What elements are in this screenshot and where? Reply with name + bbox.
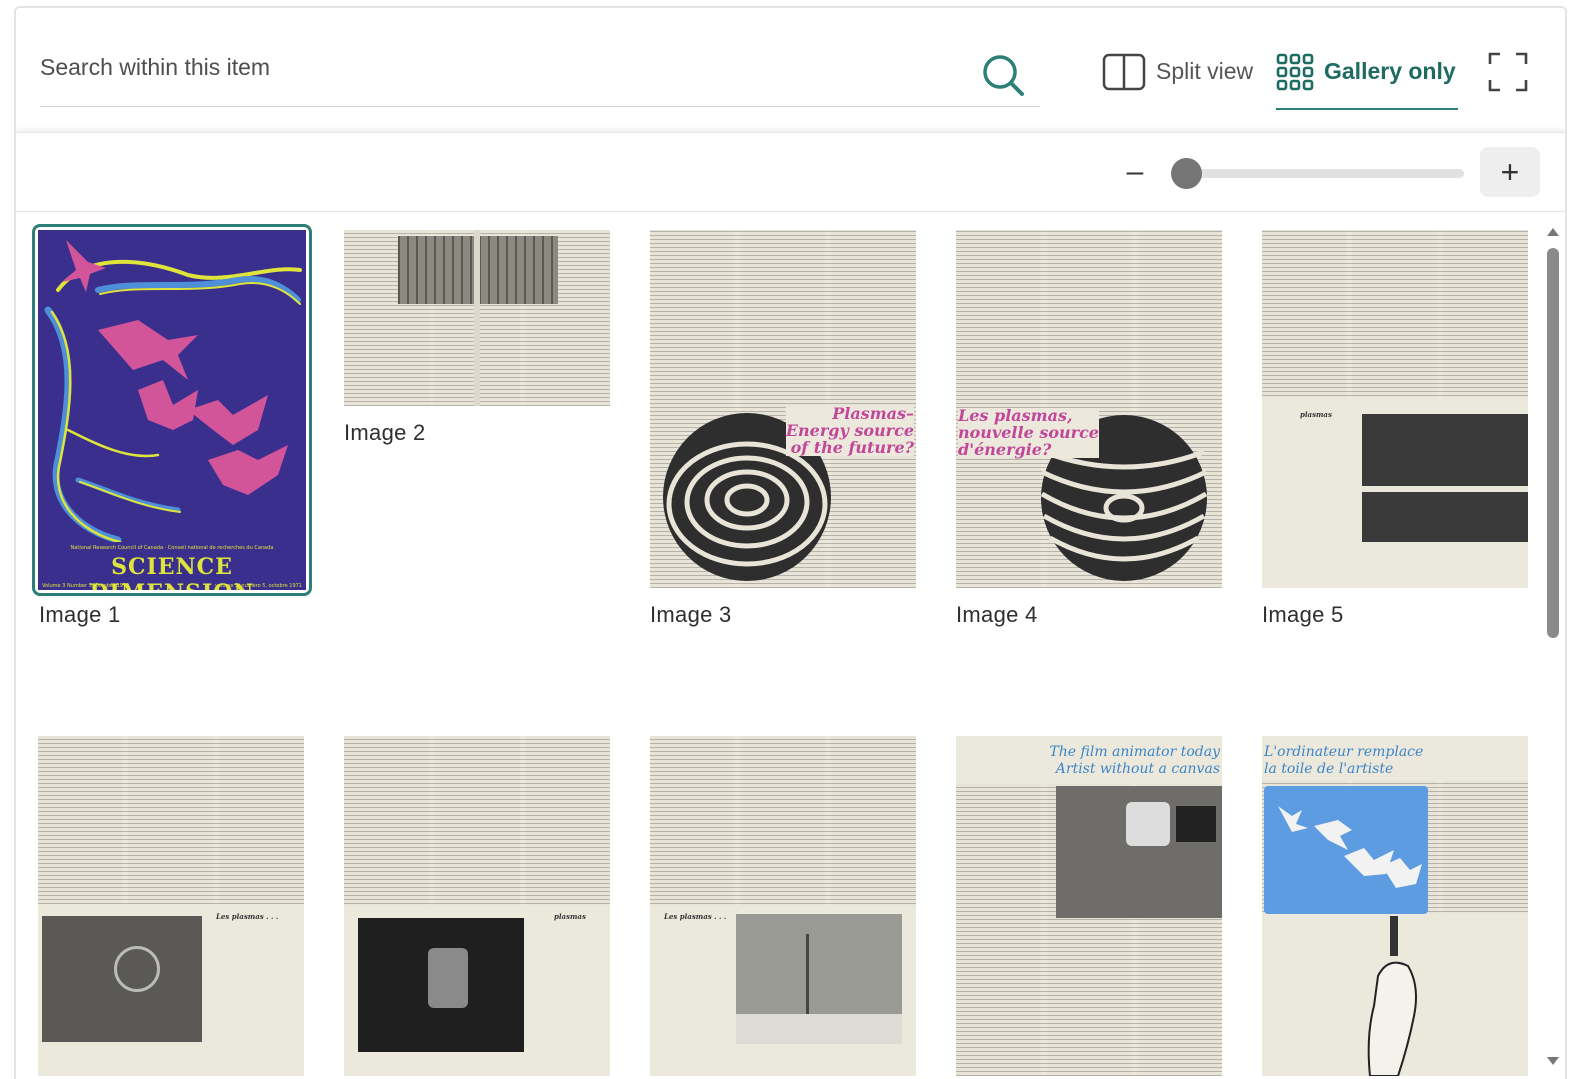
image8-caption: Les plasmas . . . xyxy=(664,912,727,921)
canvas-screen xyxy=(1264,786,1428,914)
cover-org-line: National Research Council of Canada · Co… xyxy=(70,545,274,551)
plus-icon: + xyxy=(1500,154,1520,190)
split-view-label: Split view xyxy=(1156,58,1254,84)
hand-pen-drawing xyxy=(1367,916,1417,1076)
gallery-grid-icon xyxy=(1276,53,1314,91)
minus-icon: – xyxy=(1126,155,1144,188)
search-input[interactable] xyxy=(40,50,960,84)
search-bar xyxy=(40,38,1040,107)
thumbnail-image-4: Les plasmas, nouvelle source d'énergie? xyxy=(956,230,1222,588)
thumbnail-image-7: plasmas xyxy=(344,736,610,1076)
fullscreen-icon xyxy=(1488,52,1528,92)
scrollbar-thumb[interactable] xyxy=(1547,248,1559,638)
cover-issue-right: volume 3, numéro 5, octobre 1971 xyxy=(214,583,302,589)
gallery-item-10[interactable]: L'ordinateur remplace la toile de l'arti… xyxy=(1262,736,1530,1076)
field-photo xyxy=(736,914,902,1044)
image10-headline: L'ordinateur remplace la toile de l'arti… xyxy=(1264,744,1424,778)
thumbnail-image-1: National Research Council of Canada · Co… xyxy=(38,230,306,590)
zoom-out-button[interactable]: – xyxy=(1120,153,1150,191)
search-button[interactable] xyxy=(980,52,1028,100)
search-icon xyxy=(983,55,1024,96)
split-view-button[interactable]: Split view xyxy=(1102,52,1253,110)
gallery-item-1[interactable]: National Research Council of Canada · Co… xyxy=(32,224,312,627)
image4-headline: Les plasmas, nouvelle source d'énergie? xyxy=(958,406,1099,459)
zoom-controls: – + xyxy=(16,132,1565,212)
viewer-toolbar: Split view Gallery only xyxy=(16,8,1565,132)
image3-headline: Plasmas– Energy source of the future? xyxy=(785,404,914,457)
gallery-item-4[interactable]: Les plasmas, nouvelle source d'énergie? … xyxy=(956,230,1224,630)
zoom-slider[interactable] xyxy=(1171,158,1464,189)
animator-photo xyxy=(1056,786,1222,918)
gallery-item-3[interactable]: Plasmas– Energy source of the future? Im… xyxy=(650,230,918,630)
scroll-up-arrow-icon[interactable] xyxy=(1547,228,1559,236)
thumbnail-image-6: Les plasmas . . . xyxy=(38,736,304,1076)
gallery-item-9[interactable]: The film animator today Artist without a… xyxy=(956,736,1224,1076)
spread-gutter xyxy=(474,230,480,406)
gallery-item-label: Image 1 xyxy=(39,602,121,627)
cover-birds-illustration xyxy=(44,240,302,544)
thumbnail-image-5: plasmas xyxy=(1262,230,1528,588)
gallery-item-7[interactable]: plasmas xyxy=(344,736,612,1076)
gallery-item-label: Image 3 xyxy=(650,602,732,627)
bird-drawing xyxy=(1278,806,1422,888)
thumbnail-image-3: Plasmas– Energy source of the future? xyxy=(650,230,916,588)
thumbnail-image-8: Les plasmas . . . xyxy=(650,736,916,1076)
thumbnail-image-9: The film animator today Artist without a… xyxy=(956,736,1222,1076)
image6-caption: Les plasmas . . . xyxy=(216,912,279,921)
zoom-slider-handle[interactable] xyxy=(1171,158,1202,189)
gallery-item-label: Image 2 xyxy=(344,420,426,445)
zoom-in-button[interactable]: + xyxy=(1480,147,1540,197)
split-view-icon xyxy=(1102,53,1146,91)
plasma-photo xyxy=(1362,414,1528,542)
thumbnail-gallery: National Research Council of Canada · Co… xyxy=(16,210,1541,1079)
fullscreen-button[interactable] xyxy=(1488,52,1528,92)
gallery-item-label: Image 4 xyxy=(956,602,1038,627)
gallery-scrollbar[interactable] xyxy=(1545,222,1561,1079)
gallery-item-6[interactable]: Les plasmas . . . xyxy=(38,736,306,1076)
thumbnail-image-10: L'ordinateur remplace la toile de l'arti… xyxy=(1262,736,1528,1076)
scroll-down-arrow-icon[interactable] xyxy=(1547,1057,1559,1065)
image5-caption: plasmas xyxy=(1300,410,1332,419)
gallery-item-5[interactable]: plasmas Image 5 xyxy=(1262,230,1530,630)
image9-headline: The film animator today Artist without a… xyxy=(1049,744,1220,778)
item-viewer: Split view Gallery only – xyxy=(14,6,1567,1079)
gallery-item-2[interactable]: Image 2 xyxy=(344,230,612,460)
lab-photo xyxy=(358,918,524,1052)
gallery-item-8[interactable]: Les plasmas . . . xyxy=(650,736,918,1076)
gallery-only-label: Gallery only xyxy=(1324,58,1456,84)
thumbnail-image-2 xyxy=(344,230,610,406)
image7-caption: plasmas xyxy=(554,912,586,921)
device-photo xyxy=(42,916,202,1042)
gallery-item-label: Image 5 xyxy=(1262,602,1344,627)
gallery-only-button[interactable]: Gallery only xyxy=(1276,52,1458,110)
cover-masthead: National Research Council of Canada · Co… xyxy=(38,542,306,590)
